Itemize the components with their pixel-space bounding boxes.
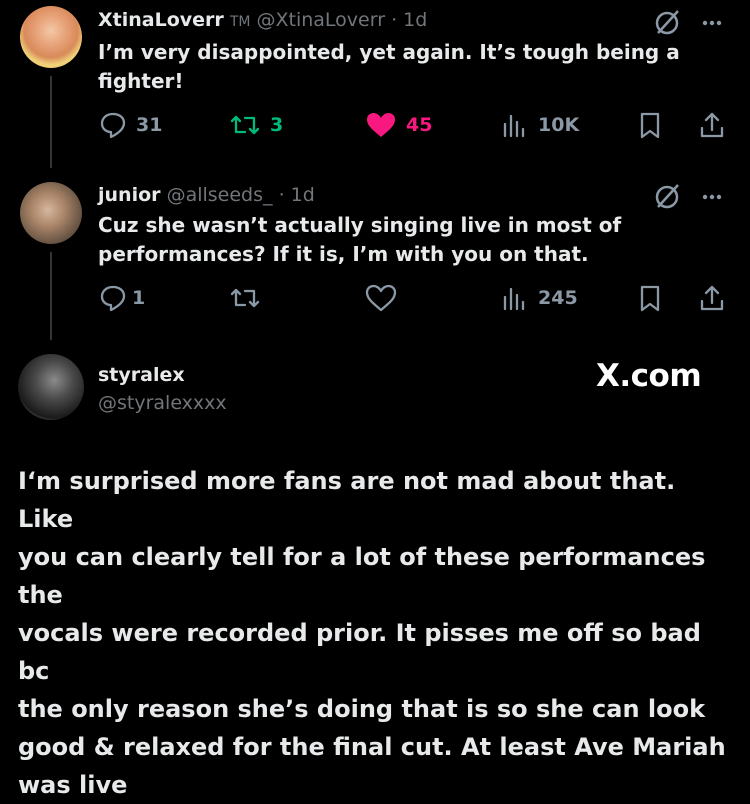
share-icon[interactable]	[697, 110, 727, 144]
grok-icon[interactable]	[652, 182, 682, 216]
avatar[interactable]	[20, 182, 82, 244]
repost-button[interactable]: 3	[228, 110, 283, 140]
views-icon	[503, 114, 525, 138]
heart-icon	[367, 113, 395, 137]
avatar[interactable]	[18, 354, 84, 420]
display-name[interactable]: XtinaLoverr	[98, 9, 224, 31]
repost-icon	[230, 288, 260, 308]
tweet-text: Cuz she wasn’t actually singing live in …	[98, 213, 622, 266]
bookmark-icon[interactable]	[635, 110, 665, 144]
display-name[interactable]: junior	[98, 184, 161, 206]
avatar[interactable]	[20, 6, 82, 68]
display-name[interactable]: styralex	[98, 364, 185, 386]
handle[interactable]: @styralexxxx	[98, 392, 227, 414]
bookmark-icon[interactable]	[635, 283, 665, 317]
views-icon	[503, 287, 525, 311]
like-button[interactable]	[364, 283, 398, 313]
badge: TM	[229, 14, 251, 30]
views-button[interactable]: 10K	[500, 110, 579, 140]
more-icon[interactable]	[697, 8, 727, 42]
share-icon[interactable]	[697, 283, 727, 317]
repost-icon	[230, 115, 260, 135]
site-label: X.com	[596, 358, 702, 394]
like-button[interactable]: 45	[364, 110, 432, 140]
handle[interactable]: @XtinaLoverr	[257, 9, 386, 31]
handle[interactable]: @allseeds_	[167, 184, 273, 206]
tweet-meta: XtinaLoverr TM @XtinaLoverr · 1d	[98, 8, 427, 34]
reply-icon	[100, 285, 126, 312]
thread-line	[50, 252, 52, 340]
reply-button[interactable]: 31	[98, 110, 162, 140]
heart-icon	[365, 284, 397, 312]
reply-icon	[100, 112, 126, 139]
thread-line	[50, 76, 52, 168]
grok-icon[interactable]	[652, 8, 682, 42]
timestamp[interactable]: · 1d	[279, 184, 315, 206]
timestamp[interactable]: · 1d	[391, 9, 427, 31]
more-icon[interactable]	[697, 182, 727, 216]
tweet-meta: junior @allseeds_ · 1d	[98, 183, 315, 207]
tweet-text: I’m very disappointed, yet again. It’s t…	[98, 40, 680, 93]
views-button[interactable]: 245	[500, 283, 578, 313]
repost-button[interactable]	[228, 283, 262, 313]
reply-button[interactable]: 1	[98, 283, 145, 313]
reply-text: I‘m surprised more fans are not mad abou…	[18, 467, 726, 799]
